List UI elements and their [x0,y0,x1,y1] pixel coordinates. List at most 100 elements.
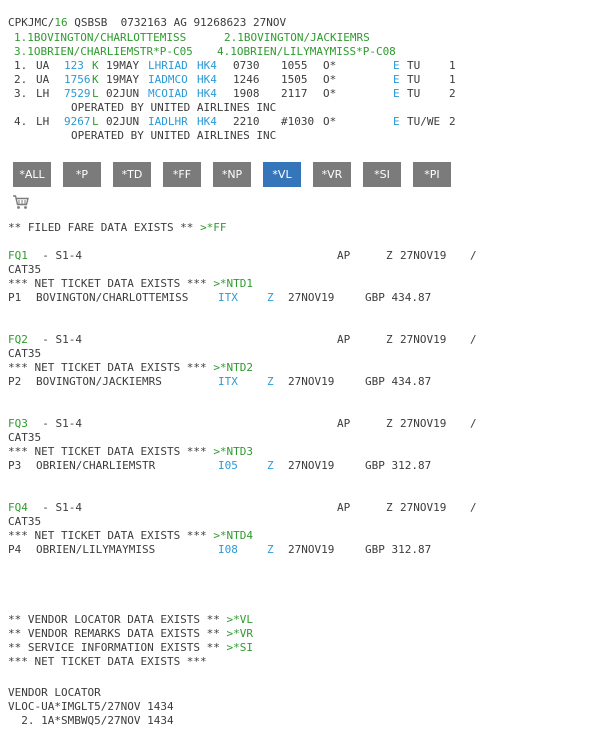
vendor-locator-line-2: 2. 1A*SMBWQ5/27NOV 1434 [8,714,174,727]
segment-4-flt: 9267 [64,115,91,128]
segment-4-n: 2 [449,115,456,128]
fare-quote-segments: - S1-4 [29,333,82,346]
net-ticket-link[interactable]: >*NTD1 [213,277,253,290]
fare-type-code: I05 [218,459,238,472]
fare-type-code: ITX [218,375,238,388]
data-exists-line: *** NET TICKET DATA EXISTS *** [8,655,207,669]
segment-4-operated-by: OPERATED BY UNITED AIRLINES INC [71,129,277,142]
segment-2-city: IADMCO [148,73,188,86]
segment-3-n: 2 [449,87,456,100]
segment-4-day: TU/WE [407,115,441,128]
segment-4-date: 02JUN [106,115,140,128]
fare-quote-cat: CAT35 [8,515,42,528]
segment-3-air: LH [36,87,50,100]
fare-date: 27NOV19 [288,543,335,556]
net-ticket-link[interactable]: >*NTD4 [213,529,253,542]
data-exists-link[interactable]: >*SI [227,641,254,654]
toolbar-button-np[interactable]: *NP [213,162,251,187]
data-exists-link[interactable]: >*VR [227,627,254,640]
passenger-name-2: 2.1BOVINGTON/JACKIEMRS [224,31,370,44]
fare-amount: GBP 434.87 [365,375,432,388]
segment-2-flag: O* [323,73,337,86]
header-details: QSBSB 0732163 AG 91268623 27NOV [67,16,287,29]
net-ticket-notice: *** NET TICKET DATA EXISTS *** >*NTD1 [8,277,253,291]
segment-4-dep: 2210 [233,115,260,128]
fare-type-code: I08 [218,543,238,556]
segment-1-cls: K [92,59,99,72]
data-exists-text: *** NET TICKET DATA EXISTS *** [8,655,207,668]
segment-2-dep: 1246 [233,73,260,86]
fare-quote-z: Z [386,249,393,262]
net-ticket-link[interactable]: >*NTD2 [213,361,253,374]
fare-passenger-ref: P4 [8,543,22,556]
fare-z-code: Z [267,375,274,388]
net-ticket-text: *** NET TICKET DATA EXISTS *** [8,529,214,542]
fare-passenger-name: OBRIEN/CHARLIEMSTR [36,459,156,472]
record-header: CPKJMC/16 QSBSB 0732163 AG 91268623 27NO… [8,16,286,30]
fare-quote-z: Z [386,333,393,346]
fare-quote-date: 27NOV19 [400,333,447,346]
segment-3-date: 02JUN [106,87,140,100]
fare-date: 27NOV19 [288,291,335,304]
segment-1-date: 19MAY [106,59,140,72]
segment-4-flag: O* [323,115,337,128]
data-exists-text: ** SERVICE INFORMATION EXISTS ** [8,641,227,654]
segment-1-st: HK4 [197,59,217,72]
toolbar-button-pi[interactable]: *PI [413,162,451,187]
fare-date: 27NOV19 [288,375,335,388]
segment-4-arr: #1030 [281,115,315,128]
segment-2-flt: 1756 [64,73,91,86]
net-ticket-notice: *** NET TICKET DATA EXISTS *** >*NTD4 [8,529,253,543]
pcc-number: 16 [54,16,68,29]
fare-quote-date: 27NOV19 [400,249,447,262]
fare-quote-id[interactable]: FQ2 [8,333,28,347]
passenger-name-1: 1.1BOVINGTON/CHARLOTTEMISS [14,31,187,44]
fare-quote-slash: / [470,417,477,430]
segment-4-st: HK4 [197,115,217,128]
toolbar-button-ff[interactable]: *FF [163,162,201,187]
segment-1-flag: O* [323,59,337,72]
data-exists-link[interactable]: >*VL [227,613,254,626]
toolbar-button-p[interactable]: *P [63,162,101,187]
segment-1-flt: 123 [64,59,84,72]
fare-quote-cat: CAT35 [8,263,42,276]
toolbar-button-vl[interactable]: *VL [263,162,301,187]
segment-2-st: HK4 [197,73,217,86]
segment-3-flag: O* [323,87,337,100]
fare-quote-cat: CAT35 [8,347,42,360]
segment-3-operated-by: OPERATED BY UNITED AIRLINES INC [71,101,277,114]
segment-4-city: IADLHR [148,115,188,128]
segment-2-arr: 1505 [281,73,308,86]
fare-quote-ap: AP [337,417,351,430]
fare-quote-segments: - S1-4 [29,249,82,262]
segment-1-n: 1 [449,59,456,72]
shopping-cart-icon[interactable] [12,194,30,210]
segment-4-num: 4. [14,115,28,128]
fare-passenger-ref: P2 [8,375,22,388]
fare-quote-id[interactable]: FQ1 [8,249,28,263]
toolbar-button-td[interactable]: *TD [113,162,151,187]
toolbar-button-si[interactable]: *SI [363,162,401,187]
data-exists-line: ** VENDOR LOCATOR DATA EXISTS ** >*VL [8,613,253,627]
toolbar-button-all[interactable]: *ALL [13,162,51,187]
segment-4-air: LH [36,115,50,128]
segment-1-arr: 1055 [281,59,308,72]
fare-quote-z: Z [386,501,393,514]
fare-passenger-name: BOVINGTON/CHARLOTTEMISS [36,291,189,304]
fare-type-code: ITX [218,291,238,304]
filed-fare-link[interactable]: >*FF [200,221,227,234]
segment-2-day: TU [407,73,421,86]
segment-3-city: MCOIAD [148,87,188,100]
segment-2-e: E [393,73,400,86]
segment-2-date: 19MAY [106,73,140,86]
fare-quote-id[interactable]: FQ4 [8,501,28,515]
segment-3-day: TU [407,87,421,100]
net-ticket-link[interactable]: >*NTD3 [213,445,253,458]
toolbar-button-vr[interactable]: *VR [313,162,351,187]
segment-1-e: E [393,59,400,72]
filed-fare-text: ** FILED FARE DATA EXISTS ** [8,221,201,234]
fare-quote-z: Z [386,417,393,430]
fare-passenger-name: OBRIEN/LILYMAYMISS [36,543,156,556]
fare-quote-id[interactable]: FQ3 [8,417,28,431]
segment-1-air: UA [36,59,50,72]
